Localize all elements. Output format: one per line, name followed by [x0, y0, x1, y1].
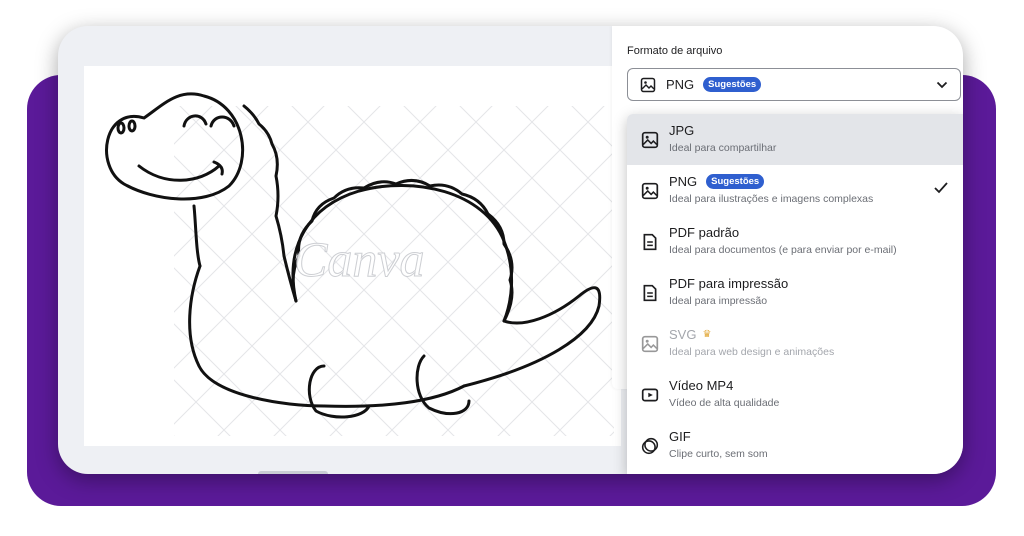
format-option-jpg[interactable]: JPG Ideal para compartilhar: [627, 114, 963, 165]
file-format-dropdown: JPG Ideal para compartilhar PNG Sugestõe…: [627, 114, 963, 474]
option-title: Vídeo MP4: [669, 377, 734, 393]
option-description: Ideal para compartilhar: [669, 142, 777, 154]
checkmark-icon: [934, 182, 948, 194]
image-icon: [640, 77, 656, 92]
chevron-down-icon: [936, 81, 948, 89]
option-title: GIF: [669, 428, 691, 444]
selected-format-text: PNG: [666, 77, 695, 92]
format-option-png[interactable]: PNG Sugestões Ideal para ilustrações e i…: [627, 165, 963, 216]
dinosaur-illustration: Canva: [105, 92, 614, 436]
file-format-label: Formato de arquivo: [627, 45, 723, 57]
gif-icon: [641, 437, 659, 455]
option-title: PDF para impressão: [669, 275, 789, 291]
option-description: Ideal para web design e animações: [669, 346, 835, 358]
option-description: Vídeo de alta qualidade: [669, 397, 780, 409]
canva-editor-window: Canva Formato de arquivo PNG Sugestões J…: [58, 26, 963, 474]
file-format-select[interactable]: PNG Sugestões: [627, 68, 961, 101]
image-icon: [641, 131, 659, 149]
document-icon: [643, 284, 657, 302]
format-option-pdf-print[interactable]: PDF para impressão Ideal para impressão: [627, 267, 963, 318]
format-option-mp4[interactable]: Vídeo MP4 Vídeo de alta qualidade: [627, 369, 963, 420]
format-option-svg[interactable]: SVG ♛ Ideal para web design e animações: [627, 318, 963, 369]
canva-watermark: Canva: [294, 231, 425, 287]
suggestions-badge: Sugestões: [703, 77, 762, 92]
image-icon: [641, 335, 659, 353]
option-title: PNG: [669, 173, 698, 189]
document-icon: [643, 233, 657, 251]
option-description: Ideal para ilustrações e imagens complex…: [669, 193, 874, 205]
format-option-pdf-standard[interactable]: PDF padrão Ideal para documentos (e para…: [627, 216, 963, 267]
crown-icon: ♛: [702, 328, 712, 340]
suggestions-badge: Sugestões: [706, 173, 765, 189]
design-canvas[interactable]: Canva: [84, 66, 621, 446]
option-title: JPG: [669, 122, 695, 138]
option-description: Ideal para documentos (e para enviar por…: [669, 244, 897, 256]
image-icon: [641, 182, 659, 200]
option-title: PDF padrão: [669, 224, 740, 240]
canvas-page-handle[interactable]: [258, 471, 328, 474]
option-description: Clipe curto, sem som: [669, 448, 768, 460]
video-icon: [641, 388, 659, 402]
option-description: Ideal para impressão: [669, 295, 768, 307]
option-title: SVG: [669, 326, 697, 342]
format-option-gif[interactable]: GIF Clipe curto, sem som: [627, 420, 963, 471]
